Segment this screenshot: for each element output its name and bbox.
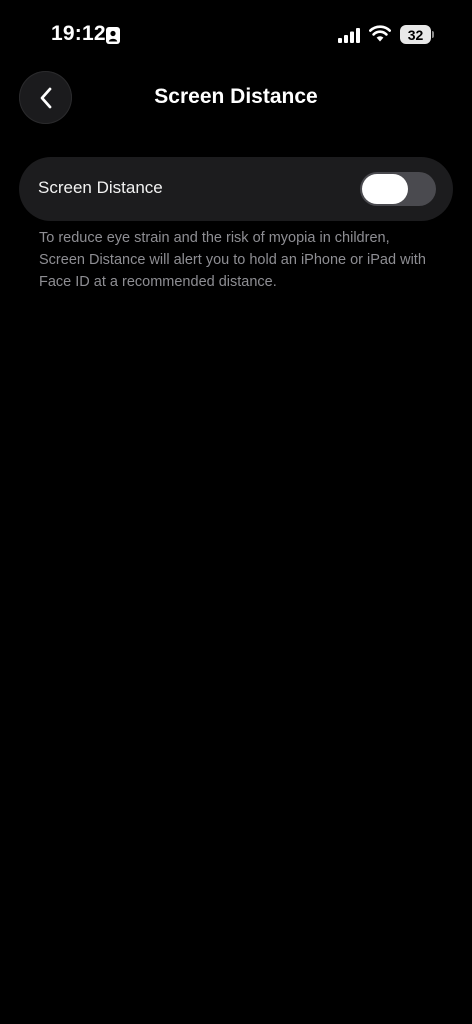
screen-distance-toggle[interactable] <box>360 172 436 206</box>
screen-distance-label: Screen Distance <box>38 178 163 197</box>
battery-indicator: 32 <box>400 25 431 44</box>
battery-level: 32 <box>407 26 424 43</box>
person-badge-icon <box>106 27 120 44</box>
toggle-knob <box>362 174 408 204</box>
setting-description: To reduce eye strain and the risk of myo… <box>39 230 426 290</box>
status-time: 19:12 <box>51 22 106 45</box>
wifi-icon <box>369 25 391 42</box>
status-bar: 19:12 32 <box>0 0 472 70</box>
settings-card: Screen Distance <box>19 157 453 221</box>
cellular-signal-icon <box>338 28 360 43</box>
page-title: Screen Distance <box>154 85 318 108</box>
battery-nub <box>432 31 434 38</box>
